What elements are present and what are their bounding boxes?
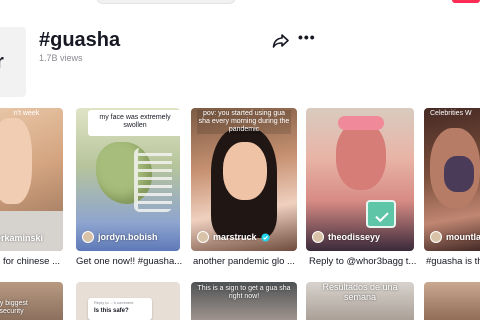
hashtag-avatar: r <box>0 27 26 97</box>
video-overlay-text: Resultados de una semana <box>322 282 398 302</box>
avatar <box>82 231 94 243</box>
video-overlay-text: n't week <box>13 110 40 117</box>
avatar <box>197 231 209 243</box>
video-description[interactable]: Get one now!! #guasha... <box>76 256 182 267</box>
video-username[interactable]: erkaminski <box>0 233 43 243</box>
video-card[interactable]: Reply to ...'s comment Is this safe? <box>76 282 180 320</box>
video-overlay-text: This is a sign to get a gua sha right no… <box>197 285 291 300</box>
video-thumbnail-face <box>223 142 267 200</box>
avatar <box>312 231 324 243</box>
video-username[interactable]: marstruck <box>213 232 257 242</box>
video-author[interactable]: theodisseyy <box>312 231 380 243</box>
video-author[interactable]: marstruck <box>197 231 270 243</box>
video-card[interactable]: This is a sign to get a gua sha right no… <box>191 282 297 320</box>
video-card[interactable]: n't week erkaminski <box>0 108 63 251</box>
video-thumbnail-shirt <box>0 211 63 251</box>
video-thumbnail-face <box>0 118 32 204</box>
video-card[interactable]: Resultados de una semana <box>306 282 414 320</box>
video-username[interactable]: theodisseyy <box>328 232 380 242</box>
video-author[interactable]: mountla <box>430 231 480 243</box>
video-description[interactable]: #guasha is the... <box>426 256 480 267</box>
guasha-stone-image <box>444 156 474 192</box>
video-card[interactable]: pov: you started using gua sha every mor… <box>191 108 297 251</box>
video-description[interactable]: Reply to @whor3bagg t... <box>309 256 416 267</box>
video-thumbnail-face <box>336 122 386 190</box>
search-bar[interactable] <box>96 0 236 4</box>
video-overlay-text: my biggest insecurity <box>0 300 28 315</box>
video-description[interactable]: another pandemic glo ... <box>193 256 295 267</box>
view-count: 1.7B views <box>39 53 83 63</box>
more-options-icon[interactable]: ••• <box>298 30 315 47</box>
reply-label: Reply to ...'s comment <box>94 300 134 305</box>
video-card[interactable]: my biggest insecurity <box>0 282 63 320</box>
video-description[interactable]: for chinese ... <box>3 256 60 267</box>
page-title: #guasha <box>39 29 121 51</box>
verified-badge-icon <box>260 232 270 242</box>
video-username[interactable]: mountla <box>446 232 480 242</box>
share-icon[interactable] <box>272 33 290 49</box>
video-card[interactable]: Celebrities W mountla <box>424 108 480 251</box>
video-username[interactable]: jordyn.bobish <box>98 232 158 242</box>
top-nav-edge <box>0 0 480 6</box>
video-author[interactable]: jordyn.bobish <box>82 231 158 243</box>
video-card[interactable]: theodisseyy <box>306 108 414 251</box>
guasha-tool-image <box>366 200 396 228</box>
avatar <box>430 231 442 243</box>
text-sticker: my face was extremely swollen <box>88 110 180 136</box>
video-card[interactable] <box>424 282 480 320</box>
reply-text: Is this safe? <box>94 308 129 314</box>
video-overlay-text: pov: you started using gua sha every mor… <box>197 110 291 134</box>
video-card[interactable]: my face was extremely swollen jordyn.bob… <box>76 108 180 251</box>
video-overlay-text: Celebrities W <box>430 110 472 117</box>
comb-image <box>134 148 172 212</box>
headband-image <box>338 116 384 130</box>
upload-button[interactable] <box>452 0 480 3</box>
reply-comment-sticker: Reply to ...'s comment Is this safe? <box>88 298 152 320</box>
video-overlay-text: my face was extremely swollen <box>99 114 171 129</box>
hashtag-avatar-glyph: r <box>0 51 4 74</box>
video-author[interactable]: erkaminski <box>0 233 43 243</box>
